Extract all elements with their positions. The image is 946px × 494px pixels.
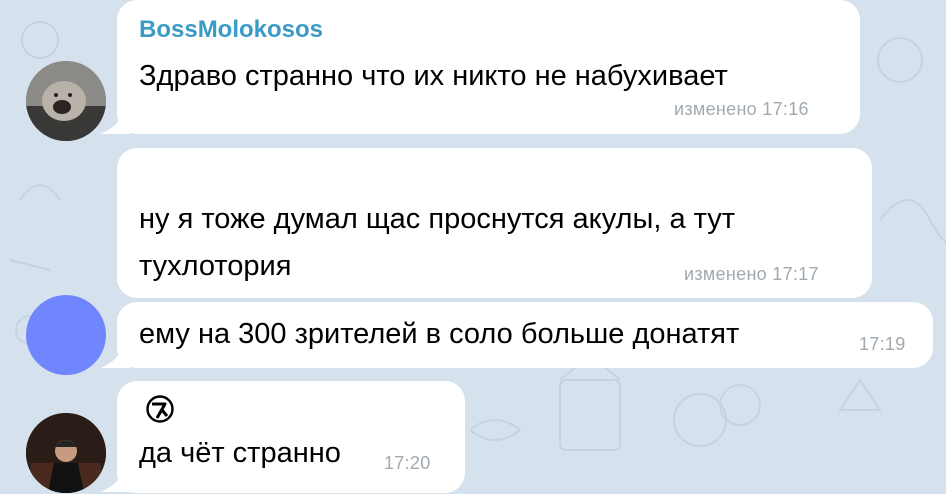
message-text: Здраво странно что их никто не набухивае…	[139, 60, 728, 92]
message-text: тухлотория	[139, 250, 292, 282]
message-bubble[interactable]: ну я тоже думал щас проснутся акулы, а т…	[117, 148, 872, 298]
message-meta: 17:20	[384, 453, 431, 473]
sender-name[interactable]: BossMolokosos	[139, 16, 323, 44]
message-text: ну я тоже думал щас проснутся акулы, а т…	[139, 203, 736, 235]
message-bubble[interactable]: да чёт странно 17:20	[117, 381, 465, 493]
blue-circle-avatar[interactable]	[26, 295, 106, 375]
message-bubble[interactable]: ему на 300 зрителей в соло больше донатя…	[117, 302, 933, 368]
message-meta: 17:19	[859, 334, 906, 354]
lion-photo-avatar	[26, 61, 106, 141]
message-text: да чёт странно	[139, 437, 341, 469]
message-meta: изменено 17:17	[684, 264, 819, 284]
avatar[interactable]	[26, 61, 106, 141]
aphex-twin-logo-icon	[146, 395, 174, 423]
message-bubble[interactable]: BossMolokosos Здраво странно что их никт…	[117, 0, 860, 134]
message-text: ему на 300 зрителей в соло больше донатя…	[139, 318, 740, 350]
avatar[interactable]	[26, 413, 106, 493]
man-in-suit-photo-avatar	[26, 413, 106, 493]
message-meta: изменено 17:16	[674, 99, 809, 119]
